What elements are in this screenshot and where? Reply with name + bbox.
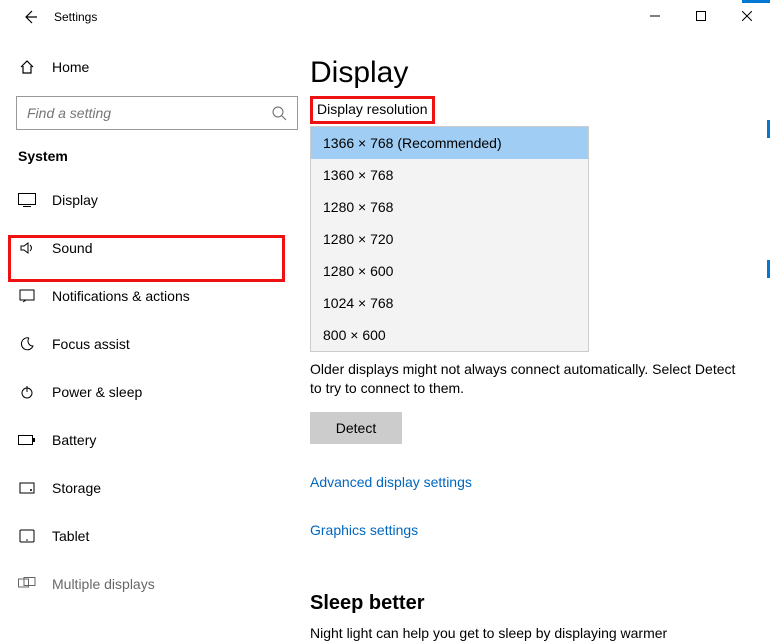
home-label: Home — [52, 59, 89, 75]
close-button[interactable] — [724, 0, 770, 32]
display-icon — [18, 193, 36, 207]
resolution-option[interactable]: 1024 × 768 — [311, 287, 588, 319]
nav-label: Focus assist — [52, 336, 130, 352]
nav-label: Storage — [52, 480, 101, 496]
resolution-option[interactable]: 800 × 600 — [311, 319, 588, 351]
nav-label: Sound — [52, 240, 92, 256]
resolution-option[interactable]: 1280 × 600 — [311, 255, 588, 287]
home-link[interactable]: Home — [0, 48, 310, 86]
minimize-icon — [650, 11, 660, 21]
multi-display-icon — [18, 577, 36, 591]
maximize-icon — [696, 11, 706, 21]
nav-label: Multiple displays — [52, 576, 155, 592]
nav-item-tablet[interactable]: Tablet — [0, 512, 310, 560]
focus-icon — [18, 336, 36, 352]
sound-icon — [18, 240, 36, 256]
resolution-label: Display resolution — [317, 101, 428, 117]
close-icon — [742, 11, 752, 21]
tablet-icon — [18, 529, 36, 543]
nav-item-display[interactable]: Display — [0, 176, 310, 224]
nav-label: Battery — [52, 432, 96, 448]
nav-item-multi-displays[interactable]: Multiple displays — [0, 560, 310, 608]
section-header: System — [0, 148, 310, 176]
back-button[interactable] — [16, 3, 44, 31]
nav-label: Notifications & actions — [52, 288, 190, 304]
nav-label: Display — [52, 192, 98, 208]
titlebar: Settings — [0, 0, 770, 34]
nav-item-power[interactable]: Power & sleep — [0, 368, 310, 416]
resolution-option[interactable]: 1280 × 768 — [311, 191, 588, 223]
sleep-better-header: Sleep better — [310, 592, 744, 615]
maximize-button[interactable] — [678, 0, 724, 32]
home-icon — [18, 59, 36, 75]
search-input[interactable] — [27, 105, 257, 121]
older-displays-text: Older displays might not always connect … — [310, 360, 744, 398]
search-box[interactable] — [16, 96, 298, 130]
nav-item-focus-assist[interactable]: Focus assist — [0, 320, 310, 368]
resolution-option[interactable]: 1280 × 720 — [311, 223, 588, 255]
power-icon — [18, 384, 36, 400]
arrow-left-icon — [22, 9, 38, 25]
minimize-button[interactable] — [632, 0, 678, 32]
search-icon — [271, 105, 287, 121]
window-title: Settings — [54, 10, 97, 24]
nav-item-sound[interactable]: Sound — [0, 224, 310, 272]
nav-label: Power & sleep — [52, 384, 142, 400]
graphics-settings-link[interactable]: Graphics settings — [310, 522, 418, 538]
highlight-box-resolution: Display resolution — [310, 96, 435, 124]
resolution-dropdown[interactable]: 1366 × 768 (Recommended) 1360 × 768 1280… — [310, 126, 589, 352]
page-title: Display — [310, 56, 744, 90]
resolution-option[interactable]: 1366 × 768 (Recommended) — [311, 127, 588, 159]
sidebar: Home System Display Sound Notifications … — [0, 34, 310, 609]
nav-item-notifications[interactable]: Notifications & actions — [0, 272, 310, 320]
notifications-icon — [18, 288, 36, 304]
battery-icon — [18, 434, 36, 446]
main-content: Display Display resolution 1366 × 768 (R… — [310, 34, 770, 609]
nav-item-storage[interactable]: Storage — [0, 464, 310, 512]
advanced-display-link[interactable]: Advanced display settings — [310, 474, 472, 490]
nav-label: Tablet — [52, 528, 89, 544]
nav-item-battery[interactable]: Battery — [0, 416, 310, 464]
storage-icon — [18, 480, 36, 496]
resolution-option[interactable]: 1360 × 768 — [311, 159, 588, 191]
night-light-text: Night light can help you get to sleep by… — [310, 625, 744, 641]
detect-button[interactable]: Detect — [310, 412, 402, 444]
